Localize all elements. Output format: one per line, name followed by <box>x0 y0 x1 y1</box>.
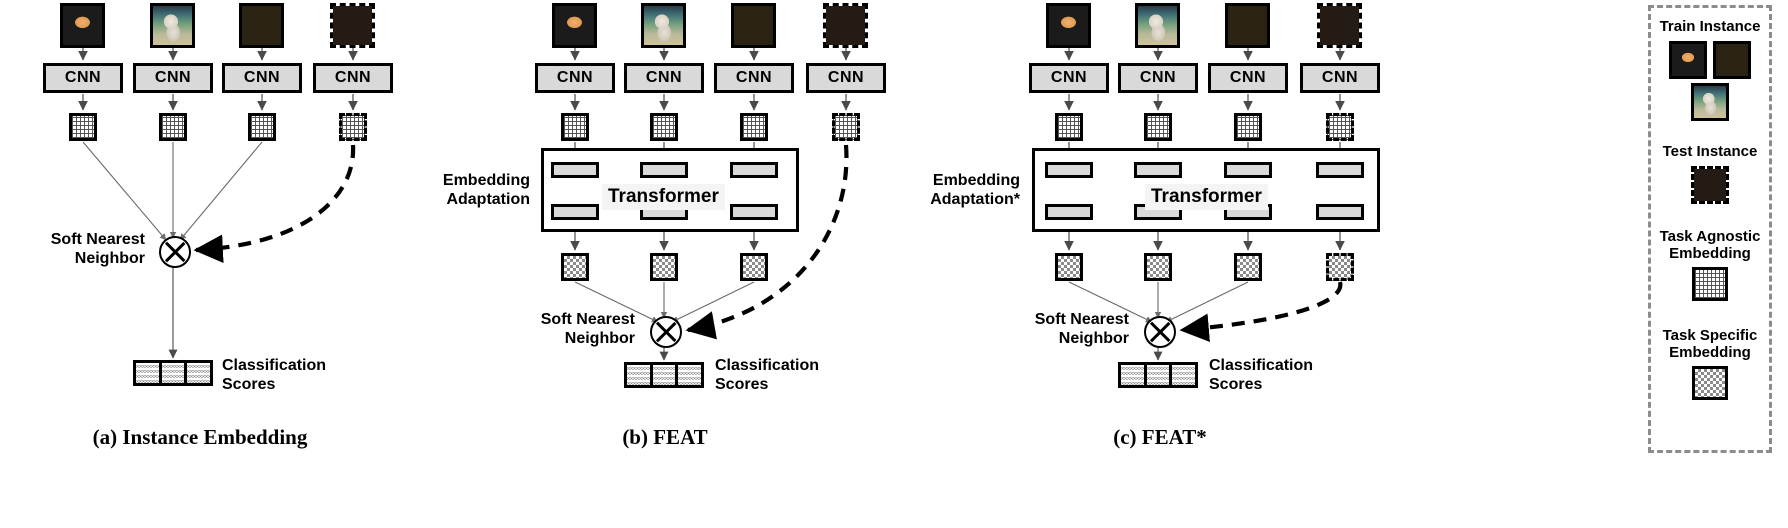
transformer-output-slot <box>1316 204 1364 220</box>
train-instance-thumb-tiger <box>1046 3 1091 48</box>
cnn-box: CNN <box>1300 63 1380 93</box>
panel-caption-c: (c) FEAT* <box>1113 425 1207 449</box>
legend-title-task-specific: Task Specific Embedding <box>1651 327 1769 361</box>
legend-thumb-dog <box>1691 83 1729 121</box>
legend-train-row-1 <box>1651 41 1769 79</box>
legend-thumb-kitten <box>1691 166 1729 204</box>
transformer-input-slot <box>1134 162 1182 178</box>
soft-nearest-neighbor-label: Soft Nearest Neighbor <box>1004 311 1129 349</box>
legend-title-task-agnostic: Task Agnostic Embedding <box>1651 228 1769 262</box>
task-agnostic-embedding <box>1055 113 1083 141</box>
legend-task-agnostic-line2: Embedding <box>1669 245 1751 262</box>
classification-scores-box <box>1118 362 1198 388</box>
legend-task-agnostic-line1: Task Agnostic <box>1659 228 1761 245</box>
train-instance-thumb-cat <box>1225 3 1270 48</box>
score-cell <box>1146 365 1173 385</box>
adaptation-label-line1: Embedding <box>932 172 1020 189</box>
task-specific-embedding <box>1055 253 1083 281</box>
legend-thumb-tiger <box>1669 41 1707 79</box>
cnn-box: CNN <box>1029 63 1109 93</box>
task-specific-embedding-test <box>1326 253 1354 281</box>
task-agnostic-embedding <box>1144 113 1172 141</box>
soft-nearest-neighbor-icon <box>1144 316 1176 348</box>
classification-scores-label: Classification Scores <box>1209 357 1359 395</box>
task-specific-embedding <box>1144 253 1172 281</box>
cnn-box: CNN <box>1208 63 1288 93</box>
legend-checker-row <box>1651 366 1769 400</box>
snn-label-line2: Neighbor <box>1058 329 1129 347</box>
panel-feat-star: CNN CNN CNN CNN Transformer Embedding Ad… <box>0 0 1788 528</box>
adaptation-label-line2: Adaptation* <box>930 190 1020 208</box>
test-instance-thumb-kitten <box>1317 3 1362 48</box>
legend-train-row-2 <box>1651 83 1769 121</box>
legend-title-train-instance: Train Instance <box>1659 18 1761 35</box>
transformer-input-slot <box>1045 162 1093 178</box>
cnn-box: CNN <box>1118 63 1198 93</box>
legend-test-row <box>1651 166 1769 204</box>
legend-task-specific-line1: Task Specific <box>1662 327 1758 344</box>
train-instance-thumb-dog <box>1135 3 1180 48</box>
legend-grid-row <box>1651 267 1769 301</box>
task-agnostic-embedding-test <box>1326 113 1354 141</box>
legend-panel: Train Instance Test Instance Task Agnost… <box>1648 5 1772 453</box>
classification-label-line1: Classification <box>1209 357 1314 374</box>
task-specific-embedding <box>1234 253 1262 281</box>
transformer-output-slot <box>1045 204 1093 220</box>
score-cell <box>1172 365 1196 385</box>
legend-thumb-cat <box>1713 41 1751 79</box>
legend-task-agnostic-embedding-icon <box>1692 267 1728 301</box>
classification-label-line2: Scores <box>1209 375 1263 393</box>
embedding-adaptation-label: Embedding Adaptation* <box>890 172 1020 210</box>
snn-label-line1: Soft Nearest <box>1034 311 1129 328</box>
task-agnostic-embedding <box>1234 113 1262 141</box>
score-cell <box>1121 365 1147 385</box>
transformer-input-slot <box>1224 162 1272 178</box>
legend-task-specific-embedding-icon <box>1692 366 1728 400</box>
transformer-label: Transformer <box>1145 184 1268 210</box>
legend-task-specific-line2: Embedding <box>1669 344 1751 361</box>
legend-title-test-instance: Test Instance <box>1662 143 1758 160</box>
transformer-input-slot <box>1316 162 1364 178</box>
